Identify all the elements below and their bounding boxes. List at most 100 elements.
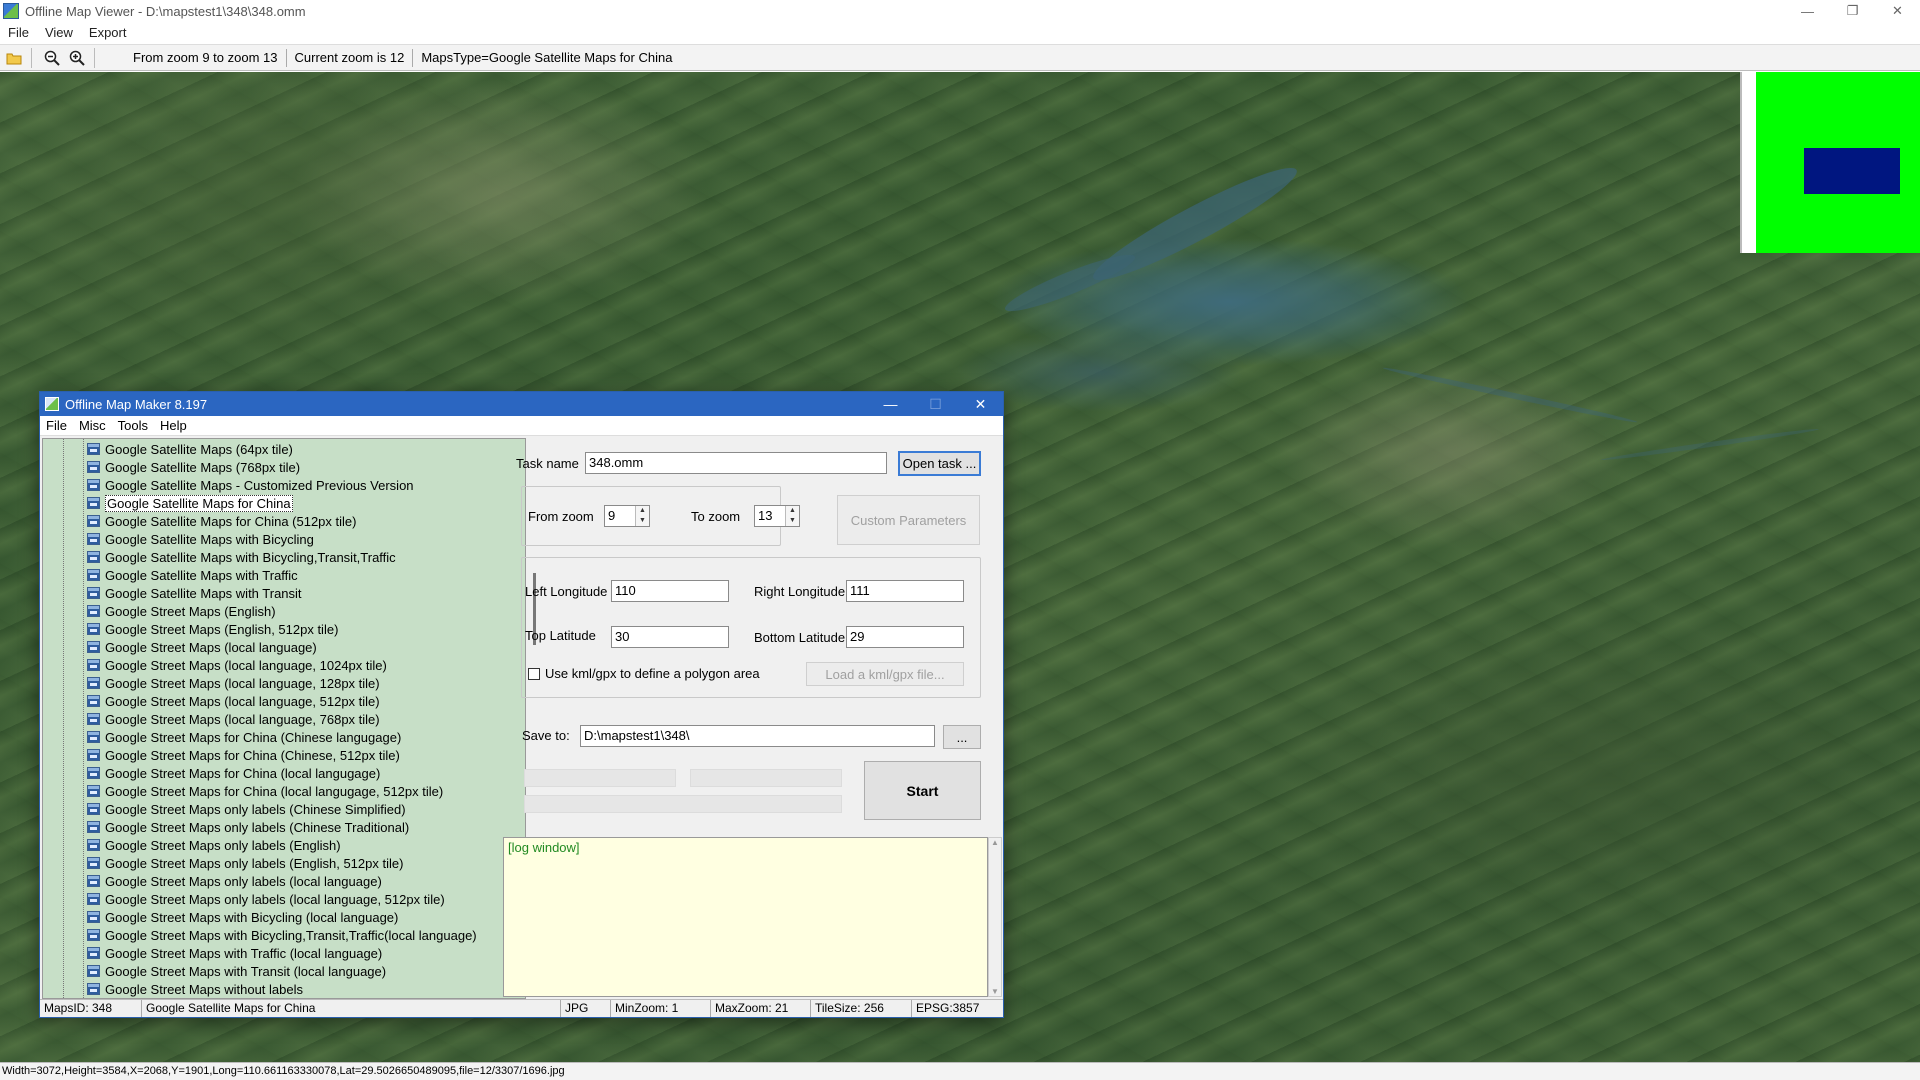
from-zoom-value: 9 [608,508,616,523]
map-type-item[interactable]: Google Street Maps with Bicycling (local… [87,908,398,926]
map-type-tree[interactable]: Google Satellite Maps (64px tile) Google … [42,438,526,999]
map-type-label: Google Street Maps for China (Chinese la… [105,729,402,745]
status-min-zoom: MinZoom: 1 [611,1000,711,1017]
map-type-label: Google Satellite Maps with Traffic [105,567,298,583]
close-button[interactable]: ✕ [1875,0,1920,22]
map-type-item[interactable]: Google Street Maps only labels (Chinese … [87,818,409,836]
zoom-in-button[interactable] [66,47,88,69]
kml-polygon-checkbox[interactable] [528,668,540,680]
map-tile-icon [87,533,100,545]
map-type-label: Google Satellite Maps with Bicycling [105,531,314,547]
map-tile-icon [87,551,100,563]
map-type-item[interactable]: Google Satellite Maps with Traffic [87,566,298,584]
map-type-label: Google Street Maps only labels (English) [105,837,341,853]
map-tile-icon [87,497,100,509]
right-longitude-field[interactable]: 111 [846,580,964,602]
status-max-zoom: MaxZoom: 21 [711,1000,811,1017]
browse-button[interactable]: ... [943,725,981,749]
map-type-item[interactable]: Google Street Maps (local language, 768p… [87,710,380,728]
map-type-label: Google Street Maps for China (local lang… [105,783,444,799]
from-zoom-spinner[interactable]: 9 ▲ ▼ [604,505,650,527]
scroll-down-icon[interactable]: ▼ [989,987,1001,996]
spinner-arrows-icon[interactable]: ▲ ▼ [785,506,799,526]
map-type-item[interactable]: Google Street Maps only labels (English,… [87,854,403,872]
left-longitude-field[interactable]: 110 [611,580,729,602]
map-type-item[interactable]: Google Street Maps only labels (local la… [87,890,445,908]
dialog-menu-misc[interactable]: Misc [73,418,112,433]
map-type-item[interactable]: Google Street Maps only labels (local la… [87,872,382,890]
map-type-item[interactable]: Google Street Maps (local language, 512p… [87,692,380,710]
map-type-label: Google Street Maps with Bicycling (local… [105,909,399,925]
bottom-latitude-field[interactable]: 29 [846,626,964,648]
window-controls: — ❐ ✕ [1785,0,1920,22]
offline-map-maker-dialog: Offline Map Maker 8.197 — ☐ ✕ File Misc … [39,391,1004,1018]
spinner-arrows-icon[interactable]: ▲ ▼ [635,506,649,526]
overview-minimap[interactable] [1740,72,1920,253]
map-type-item[interactable]: Google Street Maps only labels (Chinese … [87,800,406,818]
map-type-label: Google Street Maps only labels (Chinese … [105,801,406,817]
dialog-minimize-button[interactable]: — [868,392,913,416]
zoom-out-button[interactable] [41,47,63,69]
dialog-menu-help[interactable]: Help [154,418,193,433]
menu-file[interactable]: File [0,25,37,40]
dialog-close-button[interactable]: ✕ [958,392,1003,416]
dialog-menu-tools[interactable]: Tools [112,418,154,433]
map-type-item[interactable]: Google Satellite Maps for China (512px t… [87,512,356,530]
map-type-item[interactable]: Google Street Maps (local language) [87,638,317,656]
start-button[interactable]: Start [864,761,981,820]
map-type-item[interactable]: Google Street Maps for China (Chinese, 5… [87,746,400,764]
map-type-item[interactable]: Google Street Maps only labels (English) [87,836,341,854]
map-type-label: Google Satellite Maps (64px tile) [105,441,293,457]
scroll-up-icon[interactable]: ▲ [989,838,1001,847]
map-type-item[interactable]: Google Street Maps (English, 512px tile) [87,620,338,638]
map-type-item[interactable]: Google Street Maps (local language, 128p… [87,674,380,692]
log-window[interactable]: [log window] [503,837,988,997]
save-to-field[interactable]: D:\mapstest1\348\ [580,725,935,747]
map-type-item[interactable]: Google Street Maps with Bicycling,Transi… [87,926,477,944]
toolbar: From zoom 9 to zoom 13 Current zoom is 1… [0,44,1920,71]
map-type-item[interactable]: Google Street Maps for China (local lang… [87,782,443,800]
map-tile-icon [87,569,100,581]
toolbar-separator [94,47,95,68]
map-type-item[interactable]: Google Street Maps (local language, 1024… [87,656,387,674]
map-tile-icon [87,587,100,599]
minimize-button[interactable]: — [1785,0,1830,22]
map-type-item[interactable]: Google Street Maps (English) [87,602,276,620]
dialog-menu-file[interactable]: File [40,418,73,433]
top-latitude-field[interactable]: 30 [611,626,729,648]
map-type-item[interactable]: Google Satellite Maps with Bicycling [87,530,314,548]
dialog-statusbar: MapsID: 348 Google Satellite Maps for Ch… [40,999,1003,1017]
menu-export[interactable]: Export [81,25,135,40]
overview-viewport-rect[interactable] [1804,148,1900,194]
map-type-item[interactable]: Google Satellite Maps (768px tile) [87,458,300,476]
open-task-button[interactable]: Open task ... [898,451,981,476]
map-tile-icon [87,785,100,797]
load-kml-button[interactable]: Load a kml/gpx file... [806,662,964,686]
menu-view[interactable]: View [37,25,81,40]
restore-button[interactable]: ❐ [1830,0,1875,22]
map-type-item[interactable]: Google Satellite Maps (64px tile) [87,440,293,458]
map-type-item[interactable]: Google Street Maps with Transit (local l… [87,962,386,980]
map-type-item[interactable]: Google Satellite Maps for China [87,494,293,512]
open-folder-button[interactable] [3,47,25,69]
map-type-item[interactable]: Google Satellite Maps with Bicycling,Tra… [87,548,396,566]
map-tile-icon [87,767,100,779]
to-zoom-spinner[interactable]: 13 ▲ ▼ [754,505,800,527]
map-tile-icon [87,947,100,959]
map-tile-icon [87,875,100,887]
custom-parameters-button[interactable]: Custom Parameters [837,495,980,545]
map-tile-icon [87,893,100,905]
top-latitude-label: Top Latitude [525,628,596,643]
map-type-label: Google Street Maps (English, 512px tile) [105,621,339,637]
map-type-label: Google Street Maps with Traffic (local l… [105,945,383,961]
map-type-item[interactable]: Google Street Maps for China (Chinese la… [87,728,401,746]
map-type-item[interactable]: Google Satellite Maps with Transit [87,584,302,602]
map-type-item[interactable]: Google Satellite Maps - Customized Previ… [87,476,414,494]
map-type-item[interactable]: Google Street Maps with Traffic (local l… [87,944,382,962]
task-name-field[interactable]: 348.omm [585,452,887,474]
log-scrollbar[interactable]: ▲ ▼ [988,837,1002,997]
map-type-item[interactable]: Google Street Maps without labels [87,980,303,998]
dialog-titlebar[interactable]: Offline Map Maker 8.197 — ☐ ✕ [40,392,1003,416]
map-type-item[interactable]: Google Street Maps for China (local lang… [87,764,380,782]
map-type-label: Google Street Maps for China (Chinese, 5… [105,747,400,763]
